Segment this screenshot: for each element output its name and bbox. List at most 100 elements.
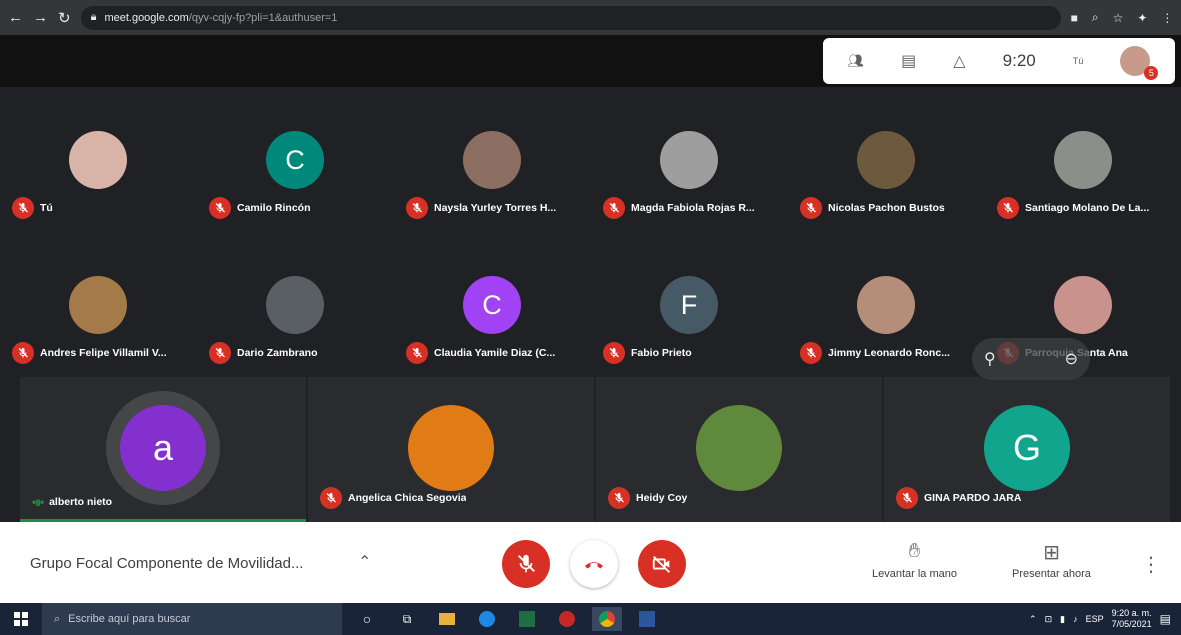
participant-name-row: Naysla Yurley Torres H... bbox=[406, 197, 556, 219]
participant-tile[interactable]: Naysla Yurley Torres H... bbox=[394, 87, 590, 232]
hand-icon: ✋︎ bbox=[908, 540, 921, 562]
participant-tile[interactable]: Andres Felipe Villamil V... bbox=[0, 232, 196, 377]
camera-icon[interactable]: ■ bbox=[1071, 11, 1078, 25]
url-path: /qyv-cqjy-fp?pli=1&authuser=1 bbox=[188, 11, 338, 24]
volume-icon[interactable]: ♪ bbox=[1073, 614, 1078, 624]
participant-name-row: Magda Fabiola Rojas R... bbox=[603, 197, 755, 219]
cortana-icon[interactable]: ○ bbox=[352, 607, 382, 631]
notifications-icon[interactable]: ▤ bbox=[1160, 612, 1171, 626]
participant-avatar: F bbox=[660, 276, 718, 334]
zoom-icon[interactable]: ⌕ bbox=[1092, 10, 1099, 25]
language-label[interactable]: ESP bbox=[1086, 614, 1104, 624]
participant-name: alberto nieto bbox=[49, 496, 113, 508]
edge-icon[interactable] bbox=[472, 607, 502, 631]
participant-name: Naysla Yurley Torres H... bbox=[434, 202, 557, 214]
self-avatar[interactable]: 5 bbox=[1120, 46, 1159, 80]
activities-icon[interactable]: △ bbox=[953, 51, 965, 71]
raise-hand-button[interactable]: ✋︎ Levantar la mano bbox=[872, 540, 957, 580]
participant-name: Nicolas Pachon Bustos bbox=[828, 202, 945, 214]
meeting-title[interactable]: Grupo Focal Componente de Movilidad... bbox=[30, 555, 303, 572]
participant-name-row: Fabio Prieto bbox=[603, 342, 692, 364]
address-bar[interactable]: 🔒︎ meet.google.com/qyv-cqjy-fp?pli=1&aut… bbox=[80, 5, 1061, 30]
mic-muted-icon bbox=[406, 342, 428, 364]
url-domain: meet.google.com bbox=[104, 11, 189, 24]
participant-name-row: Camilo Rincón bbox=[209, 197, 311, 219]
participants-icon[interactable]: 👥︎ bbox=[848, 53, 865, 69]
mic-muted-icon bbox=[209, 197, 231, 219]
participant-name-row: Heidy Coy bbox=[608, 487, 687, 509]
chrome-icon[interactable] bbox=[592, 607, 622, 631]
mic-muted-icon bbox=[800, 197, 822, 219]
participant-avatar bbox=[1054, 276, 1112, 334]
camera-toggle-button[interactable] bbox=[638, 540, 686, 588]
present-button[interactable]: ⊞ Presentar ahora bbox=[1012, 540, 1091, 580]
participant-name: Tú bbox=[40, 202, 53, 214]
participant-avatar bbox=[408, 405, 494, 491]
back-icon[interactable]: ← bbox=[8, 9, 23, 27]
participant-name: Santiago Molano De La... bbox=[1025, 202, 1150, 214]
participant-name-row: Claudia Yamile Diaz (C... bbox=[406, 342, 555, 364]
chevron-up-icon[interactable]: ⌃ bbox=[1029, 614, 1037, 625]
meeting-info-panel: 👥︎ ▤ △ 9:20 Tú 5 bbox=[823, 38, 1175, 84]
present-label: Presentar ahora bbox=[1012, 568, 1091, 580]
search-icon: ⌕ bbox=[54, 612, 61, 625]
participant-tile[interactable]: Tú bbox=[0, 87, 196, 232]
participant-name: Andres Felipe Villamil V... bbox=[40, 347, 167, 359]
tile-hover-controls: ⚲ ⊖ bbox=[972, 338, 1090, 380]
participant-tile[interactable]: Angelica Chica Segovia bbox=[308, 377, 594, 522]
browser-toolbar: ← → ↻ 🔒︎ meet.google.com/qyv-cqjy-fp?pli… bbox=[0, 0, 1181, 35]
participant-tile[interactable]: Nicolas Pachon Bustos bbox=[788, 87, 984, 232]
excel-icon[interactable] bbox=[512, 607, 542, 631]
participant-name: Claudia Yamile Diaz (C... bbox=[434, 347, 556, 359]
participant-name-row: Angelica Chica Segovia bbox=[320, 487, 466, 509]
chevron-up-icon[interactable]: ⌃ bbox=[358, 552, 371, 572]
taskbar-clock[interactable]: 9:20 a. m. 7/05/2021 bbox=[1112, 608, 1152, 630]
mic-muted-icon bbox=[209, 342, 231, 364]
extension-icon[interactable]: ✦ bbox=[1137, 11, 1147, 25]
forward-icon[interactable]: → bbox=[33, 9, 48, 27]
system-tray: ⌃ ⊡ ▮ ♪ ESP 9:20 a. m. 7/05/2021 ▤ bbox=[1029, 608, 1181, 630]
file-explorer-icon[interactable] bbox=[432, 607, 462, 631]
participant-tile[interactable]: Santiago Molano De La... bbox=[985, 87, 1181, 232]
present-icon: ⊞ bbox=[1043, 542, 1060, 564]
participant-tile[interactable]: Dario Zambrano bbox=[197, 232, 393, 377]
participant-tile[interactable]: Heidy Coy bbox=[596, 377, 882, 522]
participant-tile[interactable]: G GINA PARDO JARA bbox=[884, 377, 1170, 522]
participant-name: Dario Zambrano bbox=[237, 347, 318, 359]
leave-call-button[interactable] bbox=[570, 540, 618, 588]
participant-tile[interactable]: F Fabio Prieto bbox=[591, 232, 787, 377]
star-icon[interactable]: ☆ bbox=[1113, 11, 1124, 25]
participant-avatar bbox=[696, 405, 782, 491]
remove-icon[interactable]: ⊖ bbox=[1065, 349, 1078, 369]
mic-muted-icon bbox=[320, 487, 342, 509]
battery-icon[interactable]: ▮ bbox=[1060, 614, 1065, 625]
more-options-icon[interactable]: ⋮ bbox=[1141, 552, 1161, 577]
word-icon[interactable] bbox=[632, 607, 662, 631]
participant-tile[interactable]: Magda Fabiola Rojas R... bbox=[591, 87, 787, 232]
network-icon[interactable]: ⊡ bbox=[1045, 614, 1053, 625]
participant-name: Angelica Chica Segovia bbox=[348, 492, 467, 504]
pin-icon[interactable]: ⚲ bbox=[984, 349, 996, 369]
participant-tile[interactable]: C Camilo Rincón bbox=[197, 87, 393, 232]
participant-name: Magda Fabiola Rojas R... bbox=[631, 202, 755, 214]
recorder-icon[interactable] bbox=[552, 607, 582, 631]
participant-name: Jimmy Leonardo Ronc... bbox=[828, 347, 950, 359]
chat-icon[interactable]: ▤ bbox=[901, 51, 916, 71]
participant-tile[interactable]: a •ıı• alberto nieto bbox=[20, 377, 306, 522]
menu-icon[interactable]: ⋮ bbox=[1161, 11, 1173, 25]
participant-name-row: •ıı• alberto nieto bbox=[32, 495, 112, 509]
windows-start-icon[interactable] bbox=[0, 603, 42, 635]
participant-tile[interactable]: C Claudia Yamile Diaz (C... bbox=[394, 232, 590, 377]
mic-toggle-button[interactable] bbox=[502, 540, 550, 588]
mic-muted-icon bbox=[406, 197, 428, 219]
taskbar-time: 9:20 a. m. bbox=[1111, 608, 1152, 618]
task-view-icon[interactable]: ⧉ bbox=[392, 607, 422, 631]
reload-icon[interactable]: ↻ bbox=[58, 9, 71, 27]
camera-off-icon bbox=[652, 556, 670, 573]
taskbar-search[interactable]: ⌕ Escribe aquí para buscar bbox=[42, 603, 342, 635]
participant-tile[interactable]: Jimmy Leonardo Ronc... bbox=[788, 232, 984, 377]
participant-avatar: G bbox=[984, 405, 1070, 491]
raise-hand-label: Levantar la mano bbox=[872, 568, 957, 580]
meeting-clock: 9:20 bbox=[1002, 51, 1036, 70]
participant-name-row: Tú bbox=[12, 197, 53, 219]
